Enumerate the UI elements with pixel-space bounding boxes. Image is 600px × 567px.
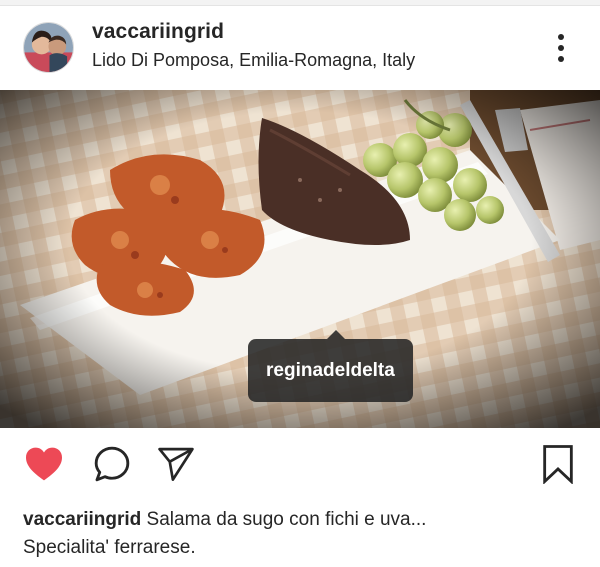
post-username[interactable]: vaccariingrid (92, 20, 224, 44)
paper-plane-icon (158, 447, 194, 481)
comment-button[interactable] (92, 444, 132, 484)
save-button[interactable] (538, 444, 578, 484)
caption-text-line2: Specialita' ferrarese. (23, 537, 196, 558)
more-vertical-icon (558, 34, 564, 40)
tooltip-arrow (327, 330, 345, 339)
comment-bubble-icon (94, 446, 130, 482)
caption-username[interactable]: vaccariingrid (23, 509, 141, 530)
post-photo[interactable]: reginadeldelta (0, 90, 600, 428)
post-header: vaccariingrid Lido Di Pomposa, Emilia-Ro… (0, 6, 600, 90)
like-button[interactable] (24, 444, 64, 484)
user-tag-label: reginadeldelta (266, 359, 395, 381)
more-options-button[interactable] (548, 28, 574, 68)
avatar[interactable] (23, 22, 74, 73)
post-location[interactable]: Lido Di Pomposa, Emilia-Romagna, Italy (92, 50, 415, 71)
caption-text-line1: Salama da sugo con fichi e uva... (141, 509, 427, 530)
post-actions-bar (0, 428, 600, 500)
more-dot (558, 45, 564, 51)
user-tag-tooltip[interactable]: reginadeldelta (248, 330, 413, 402)
share-button[interactable] (156, 444, 196, 484)
avatar-image (24, 23, 73, 72)
more-dot (558, 56, 564, 62)
heart-filled-icon (26, 447, 62, 481)
bookmark-icon (543, 445, 573, 484)
post-caption: vaccariingrid Salama da sugo con fichi e… (23, 506, 583, 562)
